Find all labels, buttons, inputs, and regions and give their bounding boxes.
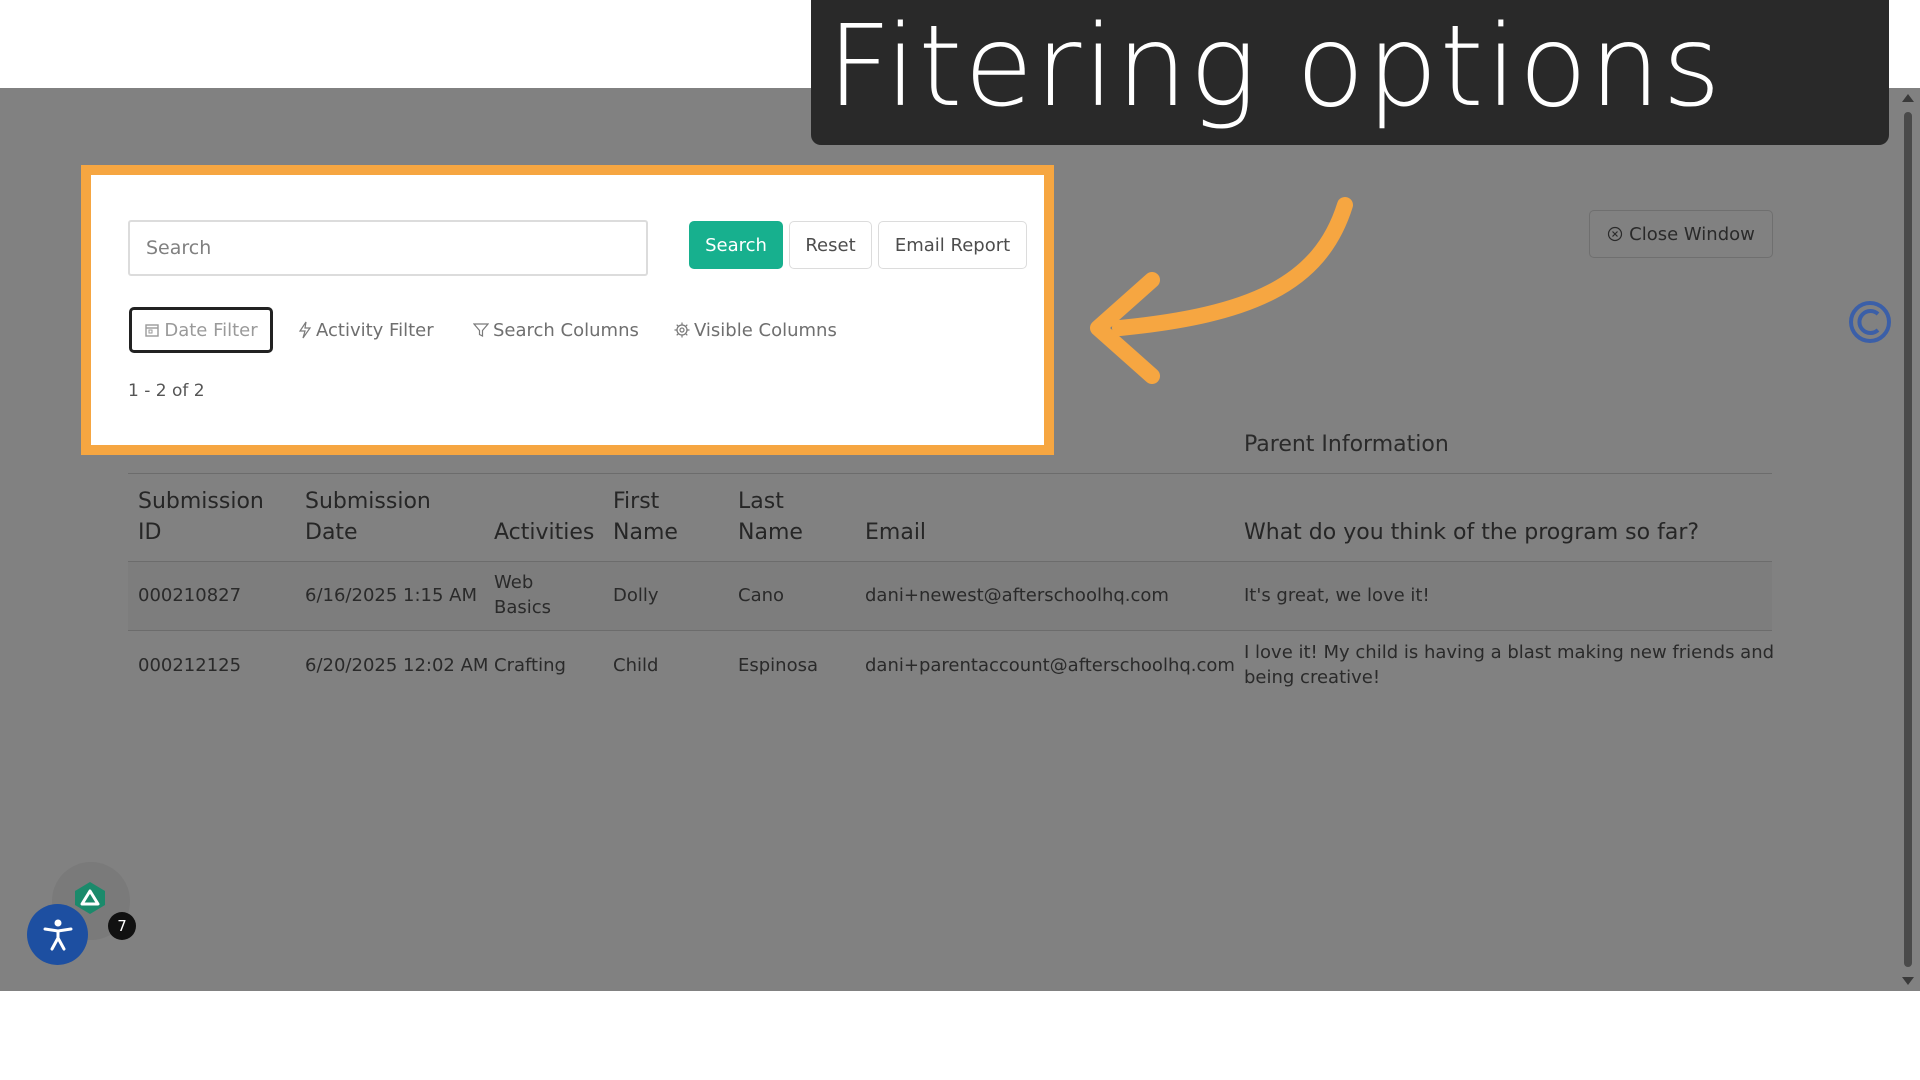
date-filter-tab[interactable]: Date Filter xyxy=(129,307,273,353)
table-divider xyxy=(128,473,1772,474)
result-count: 1 - 2 of 2 xyxy=(128,381,205,401)
side-brand-icon[interactable] xyxy=(1848,300,1892,344)
accessibility-button[interactable] xyxy=(27,904,88,965)
row1-answer: It's great, we love it! xyxy=(1244,585,1430,606)
banner-title: Fitering options xyxy=(827,2,1723,132)
row1-submission-id: 000210827 xyxy=(138,585,242,606)
row1-submission-date: 6/16/2025 1:15 AM xyxy=(305,585,478,606)
filter-panel: Search Reset Email Report Date Filter Ac… xyxy=(81,165,1054,455)
row1-activities-line1: Web xyxy=(494,572,534,593)
bolt-icon xyxy=(298,321,312,339)
header-question[interactable]: What do you think of the program so far? xyxy=(1244,517,1699,548)
header-submission-date-line1: Submission xyxy=(305,489,431,514)
scroll-thumb[interactable] xyxy=(1904,112,1912,967)
header-submission-date[interactable]: Submission Date xyxy=(305,486,431,548)
row2-answer-line1: I love it! My child is having a blast ma… xyxy=(1244,642,1775,663)
search-input[interactable] xyxy=(128,220,648,276)
header-activities[interactable]: Activities xyxy=(494,517,594,548)
row2-answer: I love it! My child is having a blast ma… xyxy=(1244,640,1774,690)
scrollbar[interactable] xyxy=(1896,88,1920,991)
header-first-name-line2: Name xyxy=(613,520,678,545)
row1-first-name: Dolly xyxy=(613,585,659,606)
header-last-name-line2: Name xyxy=(738,520,803,545)
row2-activities: Crafting xyxy=(494,655,566,676)
row2-answer-line2: being creative! xyxy=(1244,667,1381,688)
search-columns-label: Search Columns xyxy=(493,319,639,341)
scroll-up-icon[interactable] xyxy=(1902,94,1914,102)
row2-submission-id: 000212125 xyxy=(138,655,242,676)
header-submission-id-line1: Submission xyxy=(138,489,264,514)
notification-badge: 7 xyxy=(108,912,136,940)
header-submission-date-line2: Date xyxy=(305,520,358,545)
header-submission-id[interactable]: Submission ID xyxy=(138,486,264,548)
activity-filter-label: Activity Filter xyxy=(316,319,434,341)
gear-icon xyxy=(674,322,690,338)
row1-activities: Web Basics xyxy=(494,570,551,620)
accessibility-icon xyxy=(43,919,72,950)
search-button[interactable]: Search xyxy=(689,221,783,269)
arrow-icon xyxy=(1090,197,1353,384)
row2-email[interactable]: dani+parentaccount@afterschoolhq.com xyxy=(865,653,1235,678)
parent-info-group-header: Parent Information xyxy=(1244,432,1449,457)
row2-submission-date: 6/20/2025 12:02 AM xyxy=(305,655,489,676)
activity-filter-tab[interactable]: Activity Filter xyxy=(298,307,434,353)
search-columns-tab[interactable]: Search Columns xyxy=(473,307,639,353)
header-first-name[interactable]: First Name xyxy=(613,486,678,548)
header-last-name-line1: Last xyxy=(738,489,784,514)
row1-last-name: Cano xyxy=(738,585,785,606)
reset-button[interactable]: Reset xyxy=(789,221,872,269)
row1-email[interactable]: dani+newest@afterschoolhq.com xyxy=(865,583,1169,608)
row2-last-name: Espinosa xyxy=(738,655,819,676)
header-submission-id-line2: ID xyxy=(138,520,162,545)
close-window-label: Close Window xyxy=(1629,223,1755,245)
date-filter-label: Date Filter xyxy=(164,319,258,341)
email-report-button[interactable]: Email Report xyxy=(878,221,1027,269)
close-window-button[interactable]: Close Window xyxy=(1589,210,1773,258)
close-circle-icon xyxy=(1608,226,1623,242)
filter-icon xyxy=(473,323,489,337)
visible-columns-tab[interactable]: Visible Columns xyxy=(674,307,837,353)
header-last-name[interactable]: Last Name xyxy=(738,486,803,548)
calendar-icon xyxy=(145,324,160,337)
visible-columns-label: Visible Columns xyxy=(694,319,837,341)
header-email[interactable]: Email xyxy=(865,517,926,548)
row2-first-name: Child xyxy=(613,655,659,676)
scroll-down-icon[interactable] xyxy=(1902,977,1914,985)
table-row-divider xyxy=(128,630,1772,631)
row1-activities-line2: Basics xyxy=(494,597,552,618)
header-first-name-line1: First xyxy=(613,489,660,514)
